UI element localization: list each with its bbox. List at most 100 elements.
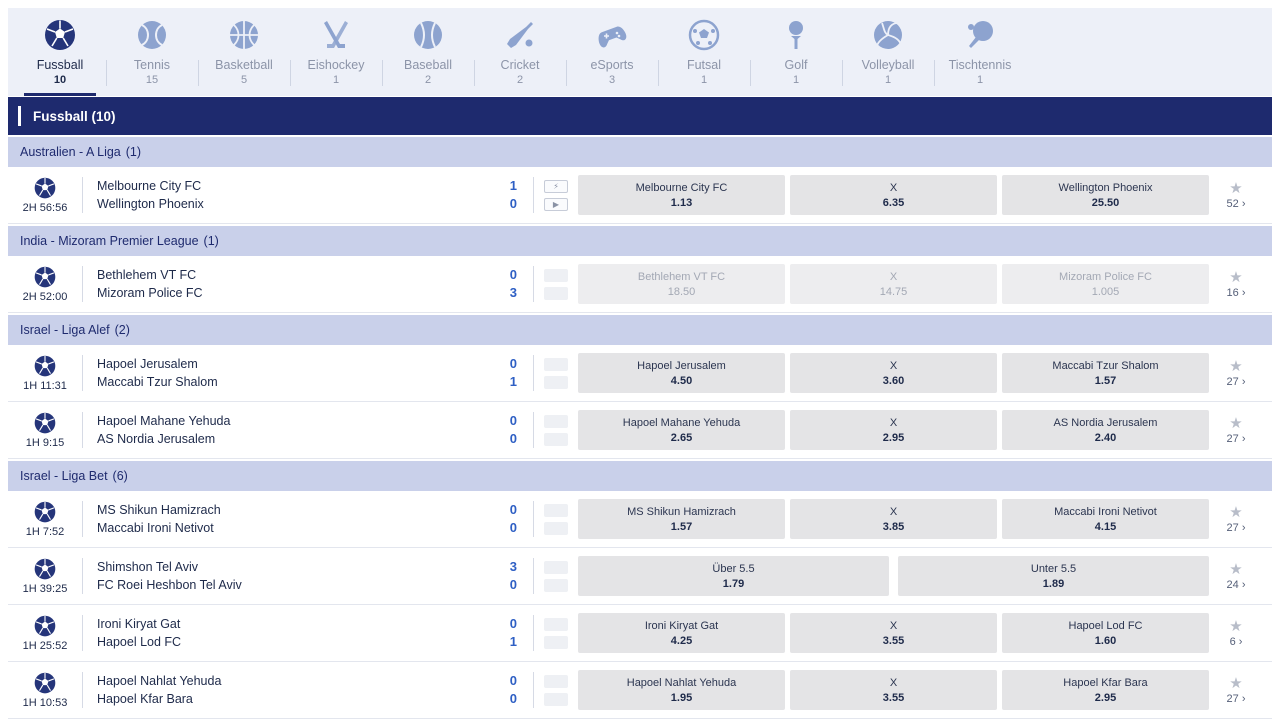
chevron-right-icon: › xyxy=(1238,635,1243,648)
league-header[interactable]: Israel - Liga Alef (2) xyxy=(8,315,1272,345)
away-score: 0 xyxy=(509,577,517,592)
league-name: Israel - Liga Bet xyxy=(20,469,108,483)
odds-button[interactable]: Hapoel Mahane Yehuda 2.65 xyxy=(578,410,785,450)
favorite-star-icon[interactable]: ★ xyxy=(1229,181,1242,196)
sport-tab-volleyball[interactable]: Volleyball 1 xyxy=(842,8,934,96)
soccer-ball-icon xyxy=(34,177,56,199)
sport-tab-eishockey[interactable]: Eishockey 1 xyxy=(290,8,382,96)
odds-button[interactable]: Unter 5.5 1.89 xyxy=(898,556,1209,596)
favorite-star-icon[interactable]: ★ xyxy=(1229,505,1242,520)
play-video-icon[interactable]: ▶ xyxy=(544,197,568,211)
divider xyxy=(533,501,534,537)
markets-count-value: 6 xyxy=(1229,635,1236,648)
odds-button[interactable]: Hapoel Nahlat Yehuda 1.95 xyxy=(578,670,785,710)
sport-tab-fussball[interactable]: Fussball 10 xyxy=(14,8,106,96)
media-buttons xyxy=(544,414,568,446)
league-name: Israel - Liga Alef xyxy=(20,323,110,337)
odds-button[interactable]: X 3.60 xyxy=(790,353,997,393)
soccer-ball-icon xyxy=(34,501,56,523)
odds-button[interactable]: AS Nordia Jerusalem 2.40 xyxy=(1002,410,1209,450)
league-header[interactable]: Australien - A Liga (1) xyxy=(8,137,1272,167)
sport-tab-esports[interactable]: eSports 3 xyxy=(566,8,658,96)
odds-value: 1.57 xyxy=(1094,374,1117,387)
match-teams[interactable]: Bethlehem VT FC Mizoram Police FC xyxy=(83,266,503,302)
odds-button[interactable]: Maccabi Ironi Netivot 4.15 xyxy=(1002,499,1209,539)
sport-tab-cricket[interactable]: Cricket 2 xyxy=(474,8,566,96)
odds-label: Hapoel Jerusalem xyxy=(637,359,726,372)
more-markets[interactable]: ★ 52 › xyxy=(1217,181,1255,210)
sport-tab-tennis[interactable]: Tennis 15 xyxy=(106,8,198,96)
markets-count[interactable]: 52 › xyxy=(1227,198,1246,210)
match-teams[interactable]: Shimshon Tel Aviv FC Roei Heshbon Tel Avi… xyxy=(83,558,503,594)
odds-button[interactable]: X 2.95 xyxy=(790,410,997,450)
more-markets[interactable]: ★ 27 › xyxy=(1217,416,1255,445)
odds-button[interactable]: Über 5.5 1.79 xyxy=(578,556,889,596)
favorite-star-icon[interactable]: ★ xyxy=(1229,676,1242,691)
match-teams[interactable]: Ironi Kiryat Gat Hapoel Lod FC xyxy=(83,615,503,651)
sport-tab-golf[interactable]: Golf 1 xyxy=(750,8,842,96)
odds-button[interactable]: Melbourne City FC 1.13 xyxy=(578,175,785,215)
odds-button[interactable]: X 3.85 xyxy=(790,499,997,539)
favorite-star-icon[interactable]: ★ xyxy=(1229,359,1242,374)
odds-button[interactable]: Hapoel Jerusalem 4.50 xyxy=(578,353,785,393)
odds-group: Über 5.5 1.79 Unter 5.5 1.89 xyxy=(578,556,1209,596)
odds-button[interactable]: MS Shikun Hamizrach 1.57 xyxy=(578,499,785,539)
match-teams[interactable]: Hapoel Jerusalem Maccabi Tzur Shalom xyxy=(83,355,503,391)
favorite-star-icon[interactable]: ★ xyxy=(1229,619,1242,634)
match-teams[interactable]: Melbourne City FC Wellington Phoenix xyxy=(83,177,503,213)
more-markets[interactable]: ★ 6 › xyxy=(1217,619,1255,648)
match-teams[interactable]: Hapoel Mahane Yehuda AS Nordia Jerusalem xyxy=(83,412,503,448)
sport-tab-futsal[interactable]: Futsal 1 xyxy=(658,8,750,96)
media-buttons xyxy=(544,674,568,706)
odds-label: Bethlehem VT FC xyxy=(637,270,726,283)
more-markets[interactable]: ★ 16 › xyxy=(1217,270,1255,299)
match-row: 1H 7:52 MS Shikun Hamizrach Maccabi Ironi … xyxy=(8,491,1272,548)
section-title: Fussball (10) xyxy=(33,108,116,124)
more-markets[interactable]: ★ 27 › xyxy=(1217,505,1255,534)
odds-button[interactable]: Hapoel Kfar Bara 2.95 xyxy=(1002,670,1209,710)
league-header[interactable]: India - Mizoram Premier League (1) xyxy=(8,226,1272,256)
match-teams[interactable]: Hapoel Nahlat Yehuda Hapoel Kfar Bara xyxy=(83,672,503,708)
markets-count[interactable]: 6 › xyxy=(1230,636,1243,648)
match-teams[interactable]: MS Shikun Hamizrach Maccabi Ironi Netivot xyxy=(83,501,503,537)
chevron-right-icon: › xyxy=(1241,692,1246,705)
more-markets[interactable]: ★ 24 › xyxy=(1217,562,1255,591)
more-markets[interactable]: ★ 27 › xyxy=(1217,676,1255,705)
odds-button[interactable]: X 3.55 xyxy=(790,670,997,710)
favorite-star-icon[interactable]: ★ xyxy=(1229,270,1242,285)
match-score: 01 xyxy=(503,355,517,391)
sport-tab-tischtennis[interactable]: Tischtennis 1 xyxy=(934,8,1026,96)
away-score: 1 xyxy=(509,634,517,649)
markets-count[interactable]: 27 › xyxy=(1227,522,1246,534)
media-placeholder xyxy=(544,674,568,688)
odds-button[interactable]: Ironi Kiryat Gat 4.25 xyxy=(578,613,785,653)
odds-button[interactable]: Maccabi Tzur Shalom 1.57 xyxy=(1002,353,1209,393)
away-team: Hapoel Lod FC xyxy=(97,635,182,649)
odds-label: Hapoel Mahane Yehuda xyxy=(622,416,741,429)
markets-count[interactable]: 27 › xyxy=(1227,433,1246,445)
odds-button[interactable]: X 6.35 xyxy=(790,175,997,215)
odds-button[interactable]: Hapoel Lod FC 1.60 xyxy=(1002,613,1209,653)
odds-group: Hapoel Nahlat Yehuda 1.95 X 3.55 Hapoel Kfar… xyxy=(578,670,1209,710)
favorite-star-icon[interactable]: ★ xyxy=(1229,416,1242,431)
sport-tab-baseball[interactable]: Baseball 2 xyxy=(382,8,474,96)
odds-group: Ironi Kiryat Gat 4.25 X 3.55 Hapoel Lod FC 1.… xyxy=(578,613,1209,653)
more-markets[interactable]: ★ 27 › xyxy=(1217,359,1255,388)
favorite-star-icon[interactable]: ★ xyxy=(1229,562,1242,577)
media-placeholder xyxy=(544,286,568,300)
markets-count[interactable]: 27 › xyxy=(1227,376,1246,388)
odds-button[interactable]: Wellington Phoenix 25.50 xyxy=(1002,175,1209,215)
home-team: Bethlehem VT FC xyxy=(97,268,197,282)
sport-tab-basketball[interactable]: Basketball 5 xyxy=(198,8,290,96)
match-clock: 2H 52:00 xyxy=(8,266,82,303)
markets-count-value: 27 xyxy=(1226,375,1239,388)
markets-count[interactable]: 24 › xyxy=(1227,579,1246,591)
odds-button[interactable]: X 3.55 xyxy=(790,613,997,653)
markets-count[interactable]: 27 › xyxy=(1227,693,1246,705)
odds-label: AS Nordia Jerusalem xyxy=(1053,416,1158,429)
live-stats-icon[interactable]: ⚡ xyxy=(544,179,568,193)
league-header[interactable]: Israel - Liga Bet (6) xyxy=(8,461,1272,491)
markets-count[interactable]: 16 › xyxy=(1227,287,1246,299)
away-score: 0 xyxy=(509,431,517,446)
ping-pong-icon xyxy=(963,18,997,52)
